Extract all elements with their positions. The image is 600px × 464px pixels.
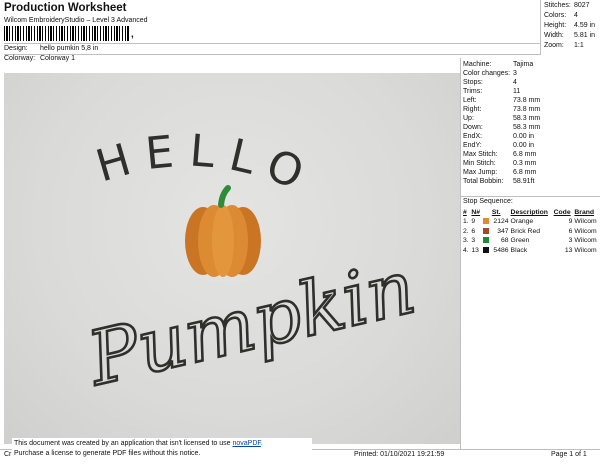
- design-row: Design: hello pumkin 5,8 in: [4, 45, 98, 52]
- stat-colors: Colors: 4: [544, 12, 578, 19]
- stats-box: Stitches: 8027 Colors: 4 Height: 4.59 in Wi…: [540, 0, 600, 55]
- col-needle: N#: [471, 209, 481, 216]
- col-brand: Brand: [574, 209, 595, 216]
- col-description: Description: [510, 209, 548, 216]
- col-code: Code: [553, 209, 571, 216]
- colorway-label: Colorway:: [4, 55, 36, 62]
- colorway-value: Colorway 1: [39, 55, 75, 62]
- max-stitch-row: Max Stitch: 6.8 mm: [463, 151, 537, 158]
- license-notice: This document was created by an applicat…: [12, 438, 312, 460]
- barcode-suffix: ,: [131, 29, 134, 40]
- down-row: Down: 58.3 mm: [463, 124, 541, 131]
- stop-sequence-label: Stop Sequence:: [461, 196, 600, 207]
- table-row: 4. 13 5486 Black 13 Wilcom: [463, 246, 597, 254]
- col-swatch: [482, 208, 491, 217]
- left-row: Left: 73.8 mm: [463, 97, 541, 104]
- design-preview: HELLO Pumpkin: [4, 73, 460, 444]
- color-swatch: [483, 237, 490, 244]
- page-number: Page 1 of 1: [551, 451, 587, 458]
- novapdf-link[interactable]: novaPDF: [232, 440, 260, 447]
- page-subtitle: Wilcom EmbroideryStudio – Level 3 Advanc…: [4, 17, 148, 24]
- table-row: 3. 3 68 Green 3 Wilcom: [463, 237, 597, 244]
- endy-row: EndY: 0.00 in: [463, 142, 535, 149]
- header-divider: [4, 54, 540, 55]
- footer-left: Cr: [4, 451, 12, 458]
- stat-zoom: Zoom: 1:1: [544, 42, 584, 49]
- table-row: 1. 9 2124 Orange 9 Wilcom: [463, 218, 597, 225]
- stop-sequence-table: # N# St. Description Code Brand 1. 9 2124…: [462, 208, 600, 255]
- right-row: Right: 73.8 mm: [463, 106, 541, 113]
- hello-text: HELLO: [91, 125, 324, 205]
- colorway-row: Colorway: Colorway 1: [4, 55, 75, 62]
- stat-width: Width: 5.81 in: [544, 32, 596, 39]
- color-swatch: [483, 246, 490, 253]
- endx-row: EndX: 0.00 in: [463, 133, 535, 140]
- design-label: Design:: [4, 45, 28, 52]
- table-header-row: # N# St. Description Code Brand: [462, 208, 600, 217]
- notice-line-2: Purchase a license to generate PDF files…: [14, 450, 201, 457]
- stat-height: Height: 4.59 in: [544, 22, 596, 29]
- embroidery-preview: HELLO Pumpkin: [77, 125, 424, 404]
- min-stitch-row: Min Stitch: 0.3 mm: [463, 160, 537, 167]
- notice-line-1: This document was created by an applicat…: [14, 440, 263, 447]
- color-swatch: [483, 227, 490, 234]
- stat-stitches: Stitches: 8027: [544, 2, 590, 9]
- up-row: Up: 58.3 mm: [463, 115, 541, 122]
- header-divider: [4, 43, 540, 44]
- max-jump-row: Max Jump: 6.8 mm: [463, 169, 537, 176]
- machine-row: Machine: Tajima: [463, 61, 534, 68]
- col-stitches: St.: [491, 209, 501, 216]
- trims-row: Trims: 11: [463, 88, 521, 95]
- stops-row: Stops: 4: [463, 79, 517, 86]
- color-swatch: [483, 218, 490, 225]
- pumpkin-icon: [185, 185, 261, 277]
- page-title: Production Worksheet: [4, 2, 127, 14]
- total-bobbin-row: Total Bobbin: 58.91ft: [463, 178, 535, 185]
- table-row: 2. 6 347 Brick Red 6 Wilcom: [463, 227, 597, 235]
- machine-panel: Machine: Tajima Color changes: 3 Stops: 4 T…: [460, 58, 600, 450]
- col-index: #: [463, 209, 467, 216]
- design-value: hello pumkin 5,8 in: [39, 45, 99, 52]
- color-changes-row: Color changes: 3: [463, 70, 517, 77]
- printed-timestamp: Printed: 01/10/2021 19:21:59: [354, 451, 445, 458]
- barcode: [4, 26, 130, 41]
